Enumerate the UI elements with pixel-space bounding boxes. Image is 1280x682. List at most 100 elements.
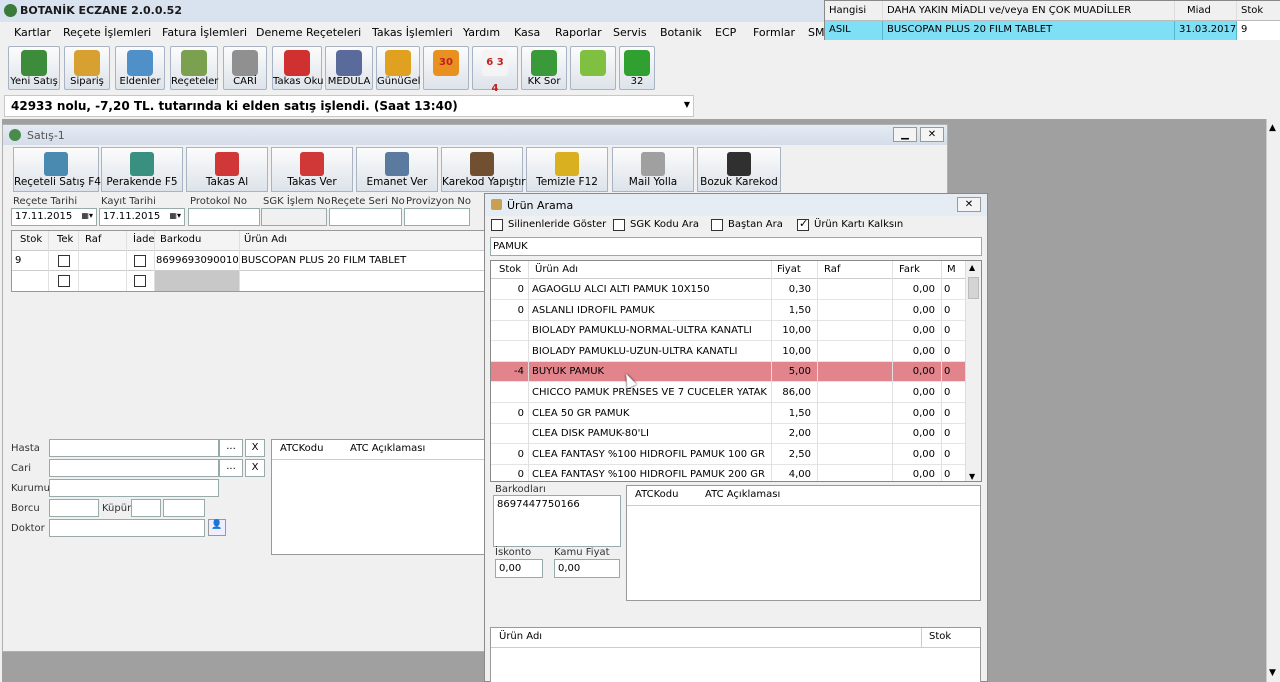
satis-button-0[interactable]: Reçeteli Satış F4 bbox=[13, 147, 101, 192]
muadil-cell-miad[interactable]: 31.03.2017 bbox=[1175, 21, 1237, 40]
muadil-cell-hangisi[interactable]: ASIL bbox=[825, 21, 883, 40]
toolbar-button-0[interactable]: Yeni Satış bbox=[8, 46, 60, 90]
menu-item-3[interactable]: Deneme Reçeteleri bbox=[256, 26, 361, 39]
chevron-down-icon[interactable]: ▼ bbox=[684, 100, 690, 109]
minimize-button[interactable]: ▁ bbox=[893, 127, 917, 142]
table-row[interactable]: 9 8699693090010 BUSCOPAN PLUS 20 FILM TA… bbox=[12, 251, 486, 271]
satis-button-7[interactable]: Mail Yolla bbox=[612, 147, 694, 192]
row-iade-checkbox[interactable] bbox=[134, 255, 146, 267]
col-atc-kodu[interactable]: ATCKodu bbox=[280, 443, 323, 454]
row-tek-checkbox[interactable] bbox=[58, 275, 70, 287]
col-atc-aciklama[interactable]: ATC Açıklaması bbox=[350, 443, 425, 454]
close-button[interactable]: ✕ bbox=[920, 127, 944, 142]
toolbar-button-8[interactable]: 30 bbox=[423, 46, 469, 90]
table-row[interactable] bbox=[12, 271, 486, 291]
col-stok[interactable]: Stok bbox=[499, 264, 521, 275]
option-checkbox-0[interactable] bbox=[491, 219, 503, 231]
col-tek[interactable]: Tek bbox=[57, 234, 73, 245]
menu-item-8[interactable]: Servis bbox=[613, 26, 647, 39]
option-checkbox-3[interactable] bbox=[797, 217, 809, 231]
scroll-thumb[interactable] bbox=[968, 277, 979, 299]
calendar-icon[interactable]: ▦▾ bbox=[169, 211, 181, 220]
col-urun-adi[interactable]: Ürün Adı bbox=[499, 631, 542, 642]
option-label-3[interactable]: Ürün Kartı Kalksın bbox=[814, 219, 903, 230]
recete-tarihi-field[interactable]: 17.11.2015 ▦▾ bbox=[11, 208, 97, 226]
toolbar-button-12[interactable]: 32 bbox=[619, 46, 655, 90]
barkod-value[interactable]: 8697447750166 bbox=[497, 499, 580, 510]
table-row[interactable]: 0 CLEA FANTASY %100 HİDROFİL PAMUK 100 GR… bbox=[491, 445, 966, 465]
menu-item-2[interactable]: Fatura İşlemleri bbox=[162, 26, 247, 39]
toolbar-button-2[interactable]: Eldenler bbox=[115, 46, 165, 90]
satis-button-2[interactable]: Takas Al bbox=[186, 147, 268, 192]
table-row[interactable]: 0 AGAOGLU ALCI ALTI PAMUK 10X150 0,30 0,00 0 bbox=[491, 280, 966, 300]
row-barkod-cell[interactable] bbox=[154, 271, 239, 291]
hasta-clear-button[interactable]: X bbox=[245, 439, 265, 457]
satis-button-3[interactable]: Takas Ver bbox=[271, 147, 353, 192]
toolbar-button-11[interactable] bbox=[570, 46, 616, 90]
chevron-down-icon[interactable]: ▼ bbox=[1269, 668, 1276, 678]
col-m[interactable]: M bbox=[947, 264, 956, 275]
col-urun-adi[interactable]: Ürün Adı bbox=[244, 234, 287, 245]
product-list-scrollbar[interactable]: ▲ ▼ bbox=[965, 261, 981, 481]
menu-item-10[interactable]: ECP bbox=[715, 26, 736, 39]
hasta-field[interactable] bbox=[49, 439, 219, 457]
col-barkodu[interactable]: Barkodu bbox=[160, 234, 201, 245]
menu-item-4[interactable]: Takas İşlemleri bbox=[372, 26, 453, 39]
menu-item-5[interactable]: Yardım bbox=[463, 26, 500, 39]
cari-field[interactable] bbox=[49, 459, 219, 477]
table-row[interactable]: 0 CLEA FANTASY %100 HİDROFİL PAMUK 200 GR… bbox=[491, 465, 966, 481]
col-iade[interactable]: İade bbox=[133, 234, 155, 245]
kayit-tarihi-field[interactable]: 17.11.2015 ▦▾ bbox=[99, 208, 185, 226]
col-raf[interactable]: Raf bbox=[85, 234, 101, 245]
toolbar-button-3[interactable]: Reçeteler bbox=[170, 46, 218, 90]
menu-item-1[interactable]: Reçete İşlemleri bbox=[63, 26, 151, 39]
muadil-cell-stok[interactable]: 9 bbox=[1237, 21, 1280, 40]
chevron-up-icon[interactable]: ▲ bbox=[969, 263, 975, 272]
toolbar-button-7[interactable]: GünüGel bbox=[376, 46, 420, 90]
search-input[interactable] bbox=[490, 237, 982, 256]
col-raf[interactable]: Raf bbox=[824, 264, 840, 275]
option-checkbox-1[interactable] bbox=[613, 219, 625, 231]
status-combo[interactable]: 42933 nolu, -7,20 TL. tutarında ki elden… bbox=[4, 95, 694, 117]
table-row[interactable]: BİOLADY PAMUKLU-UZUN-ULTRA KANATLI 10,00 0… bbox=[491, 342, 966, 362]
table-row[interactable]: 0 ASLANLI İDROFİL PAMUK 1,50 0,00 0 bbox=[491, 301, 966, 321]
toolbar-button-9[interactable]: 6 3 4 bbox=[472, 46, 518, 94]
mdi-scrollbar[interactable]: ▲ ▼ bbox=[1266, 119, 1280, 682]
satis-button-8[interactable]: Bozuk Karekod bbox=[697, 147, 781, 192]
menu-item-0[interactable]: Kartlar bbox=[14, 26, 51, 39]
muadil-cell-urun[interactable]: BUSCOPAN PLUS 20 FILM TABLET bbox=[883, 21, 1175, 40]
barkod-list[interactable]: 8697447750166 bbox=[493, 495, 621, 547]
row-tek-checkbox[interactable] bbox=[58, 255, 70, 267]
menu-item-11[interactable]: Formlar bbox=[753, 26, 795, 39]
calendar-icon[interactable]: ▦▾ bbox=[81, 211, 93, 220]
menu-item-12[interactable]: SM bbox=[808, 26, 824, 39]
table-row[interactable]: CLEA DISK PAMUK-80'Lİ 2,00 0,00 0 bbox=[491, 424, 966, 445]
col-atc-kodu[interactable]: ATCKodu bbox=[635, 489, 678, 500]
option-label-0[interactable]: Silinenleride Göster bbox=[508, 219, 606, 230]
borcu-field[interactable] bbox=[49, 499, 99, 517]
toolbar-button-4[interactable]: CARİ bbox=[223, 46, 267, 90]
col-urun-adi[interactable]: Ürün Adı bbox=[535, 264, 578, 275]
provizyon-field[interactable] bbox=[404, 208, 470, 226]
kupur-field[interactable] bbox=[131, 499, 161, 517]
chevron-down-icon[interactable]: ▼ bbox=[969, 472, 975, 481]
col-stok[interactable]: Stok bbox=[929, 631, 951, 642]
table-row[interactable]: CHICCO PAMUK PRENSES VE 7 CÜCELER YATAK … bbox=[491, 383, 966, 403]
menu-item-9[interactable]: Botanik bbox=[660, 26, 702, 39]
chevron-up-icon[interactable]: ▲ bbox=[1269, 123, 1276, 133]
col-stok[interactable]: Stok bbox=[20, 234, 42, 245]
option-checkbox-2[interactable] bbox=[711, 219, 723, 231]
toolbar-button-5[interactable]: Takas Oku bbox=[272, 46, 323, 90]
toolbar-button-1[interactable]: Sipariş bbox=[64, 46, 110, 90]
option-label-1[interactable]: SGK Kodu Ara bbox=[630, 219, 699, 230]
satis-button-1[interactable]: Perakende F5 bbox=[101, 147, 183, 192]
protokol-field[interactable] bbox=[188, 208, 260, 226]
menu-item-7[interactable]: Raporlar bbox=[555, 26, 602, 39]
toolbar-button-10[interactable]: KK Sor bbox=[521, 46, 567, 90]
satis-button-5[interactable]: Karekod Yapıştır bbox=[441, 147, 526, 192]
cari-lookup-button[interactable]: ... bbox=[219, 459, 243, 477]
kamu-fiyat-input[interactable] bbox=[554, 559, 620, 578]
recete-seri-field[interactable] bbox=[329, 208, 402, 226]
table-row[interactable]: 0 CLEA 50 GR PAMUK 1,50 0,00 0 bbox=[491, 404, 966, 424]
hasta-lookup-button[interactable]: ... bbox=[219, 439, 243, 457]
